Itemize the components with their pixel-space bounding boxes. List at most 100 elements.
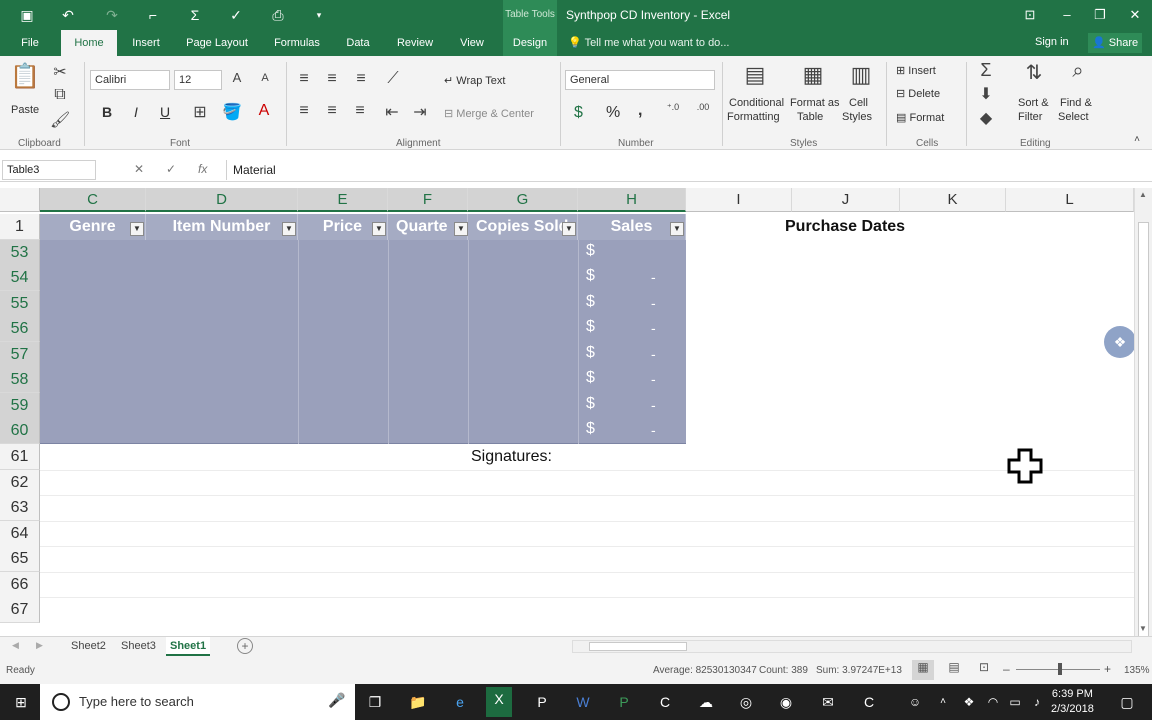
collapse-ribbon-icon[interactable]: ˄ <box>1130 134 1144 145</box>
filter-label[interactable]: Filter <box>1018 111 1042 123</box>
row-header[interactable]: 60 <box>0 418 40 444</box>
sheet-tab-sheet2[interactable]: Sheet2 <box>67 637 110 656</box>
ribbon-display-icon[interactable]: ⊡ <box>1019 5 1041 25</box>
font-name-combo[interactable]: Calibri <box>90 70 170 90</box>
cancel-icon[interactable]: ✕ <box>134 162 144 176</box>
increase-font-icon[interactable]: A <box>228 70 246 85</box>
align-right-icon[interactable]: ≡ <box>350 102 370 120</box>
decrease-indent-icon[interactable]: ⇤ <box>382 102 402 122</box>
bold-button[interactable]: B <box>102 104 112 120</box>
top-align-icon[interactable]: ≡ <box>294 70 314 88</box>
page-break-view-icon[interactable]: ⊡ <box>974 660 994 680</box>
form-icon[interactable]: ⌐ <box>142 4 164 26</box>
tool-icon[interactable]: ☁ <box>693 690 719 714</box>
show-hidden-icons-icon[interactable]: ˄ <box>930 690 956 714</box>
project-icon[interactable]: P <box>611 690 637 714</box>
sort-label[interactable]: Sort & <box>1018 97 1049 109</box>
zoom-level[interactable]: 135% <box>1124 665 1150 676</box>
dropbox-icon[interactable]: ❖ <box>1104 326 1134 358</box>
prev-sheet-icon[interactable]: ◀ <box>12 640 19 651</box>
worksheet-grid[interactable]: C D E F G H I J K L 1 53 54 55 56 57 58 … <box>0 188 1134 636</box>
volume-icon[interactable]: ♪ <box>1024 690 1050 714</box>
row-header[interactable]: 65 <box>0 546 40 572</box>
page-layout-view-icon[interactable]: ▤ <box>944 660 964 680</box>
sort-filter-icon[interactable]: ⇅ <box>1018 60 1050 92</box>
format-painter-icon[interactable]: 🖌 <box>50 110 70 130</box>
column-header[interactable]: I <box>686 188 792 212</box>
filter-dropdown-icon[interactable]: ▼ <box>454 222 468 236</box>
tab-home[interactable]: Home <box>61 30 117 57</box>
customize-qat-icon[interactable]: ▾ <box>308 4 330 26</box>
camtasia-icon[interactable]: C <box>652 690 678 714</box>
cut-icon[interactable]: ✂ <box>50 62 70 82</box>
sign-in-link[interactable]: Sign in <box>1035 36 1069 48</box>
table-label[interactable]: Table <box>797 111 823 123</box>
tab-view[interactable]: View <box>452 30 492 56</box>
delete-cells-button[interactable]: ⊟ Delete <box>896 87 940 100</box>
paste-label[interactable]: Paste <box>11 104 39 116</box>
currency-button[interactable]: $ <box>574 104 583 122</box>
align-center-icon[interactable]: ≡ <box>322 102 342 120</box>
column-header[interactable]: C <box>40 188 146 212</box>
zoom-slider-thumb[interactable] <box>1058 663 1062 675</box>
insert-function-icon[interactable]: fx <box>198 162 207 176</box>
excel-taskbar-icon[interactable]: X <box>486 687 512 717</box>
format-cells-button[interactable]: ▤ Format <box>896 111 944 124</box>
merge-center-button[interactable]: ⊟ Merge & Center <box>444 107 534 120</box>
vertical-scroll-thumb[interactable] <box>1138 222 1149 642</box>
camtasia-recorder-icon[interactable]: C <box>856 690 882 714</box>
taskbar-search[interactable]: Type here to search 🎤 <box>40 684 355 720</box>
filter-dropdown-icon[interactable]: ▼ <box>282 222 296 236</box>
new-sheet-icon[interactable]: + <box>237 638 253 654</box>
fill-color-icon[interactable]: 🪣 <box>222 102 242 122</box>
redo-icon[interactable]: ↷ <box>101 4 123 26</box>
insert-cells-button[interactable]: ⊞ Insert <box>896 64 936 77</box>
find-label[interactable]: Find & <box>1060 97 1092 109</box>
middle-align-icon[interactable]: ≡ <box>322 70 342 88</box>
increase-decimal-icon[interactable]: ⁺.0 <box>662 102 684 113</box>
chrome-icon[interactable]: ◉ <box>773 690 799 714</box>
file-explorer-icon[interactable]: 📁 <box>405 690 431 714</box>
people-icon[interactable]: ☺ <box>902 690 928 714</box>
filter-dropdown-icon[interactable]: ▼ <box>562 222 576 236</box>
taskbar-clock[interactable]: 6:39 PM 2/3/2018 <box>1051 687 1094 717</box>
microphone-icon[interactable]: 🎤 <box>328 692 345 709</box>
conditional-formatting-icon[interactable]: ▤ <box>740 62 770 92</box>
number-format-combo[interactable]: General <box>565 70 715 90</box>
windows-start-icon[interactable]: ⊞ <box>8 690 34 714</box>
scroll-down-icon[interactable]: ▼ <box>1139 624 1147 633</box>
sum-icon[interactable]: Σ <box>184 4 206 26</box>
publisher-icon[interactable]: P <box>529 690 555 714</box>
zoom-in-icon[interactable]: + <box>1104 662 1111 676</box>
row-header[interactable]: 54 <box>0 265 40 291</box>
column-header[interactable]: H <box>578 188 686 212</box>
row-header[interactable]: 61 <box>0 444 40 470</box>
autosum-icon[interactable]: Σ <box>976 60 996 81</box>
zoom-out-icon[interactable]: – <box>1003 662 1010 676</box>
tab-insert[interactable]: Insert <box>124 30 168 56</box>
tab-data[interactable]: Data <box>340 30 376 56</box>
column-header[interactable]: J <box>792 188 900 212</box>
column-header[interactable]: E <box>298 188 388 212</box>
row-header[interactable]: 55 <box>0 291 40 317</box>
italic-button[interactable]: I <box>134 104 138 120</box>
share-button[interactable]: 👤 Share <box>1088 33 1143 53</box>
media-icon[interactable]: ◎ <box>733 690 759 714</box>
enter-icon[interactable]: ✓ <box>166 162 176 176</box>
tab-file[interactable]: File <box>12 30 48 56</box>
increase-indent-icon[interactable]: ⇥ <box>410 102 430 122</box>
mail-icon[interactable]: ✉ <box>815 690 841 714</box>
borders-icon[interactable]: ⊞ <box>190 102 210 122</box>
row-header[interactable]: 57 <box>0 342 40 368</box>
font-color-icon[interactable]: A <box>254 102 274 120</box>
formatting-label[interactable]: Formatting <box>727 111 780 123</box>
tab-review[interactable]: Review <box>390 30 440 56</box>
column-header[interactable]: L <box>1006 188 1134 212</box>
find-select-icon[interactable]: ⌕ <box>1062 60 1094 92</box>
underline-button[interactable]: U <box>160 104 170 120</box>
comma-button[interactable]: , <box>638 102 642 120</box>
column-header[interactable]: F <box>388 188 468 212</box>
filter-dropdown-icon[interactable]: ▼ <box>130 222 144 236</box>
normal-view-icon[interactable]: ▦ <box>912 660 934 680</box>
cell-styles-icon[interactable]: ▥ <box>846 62 876 92</box>
